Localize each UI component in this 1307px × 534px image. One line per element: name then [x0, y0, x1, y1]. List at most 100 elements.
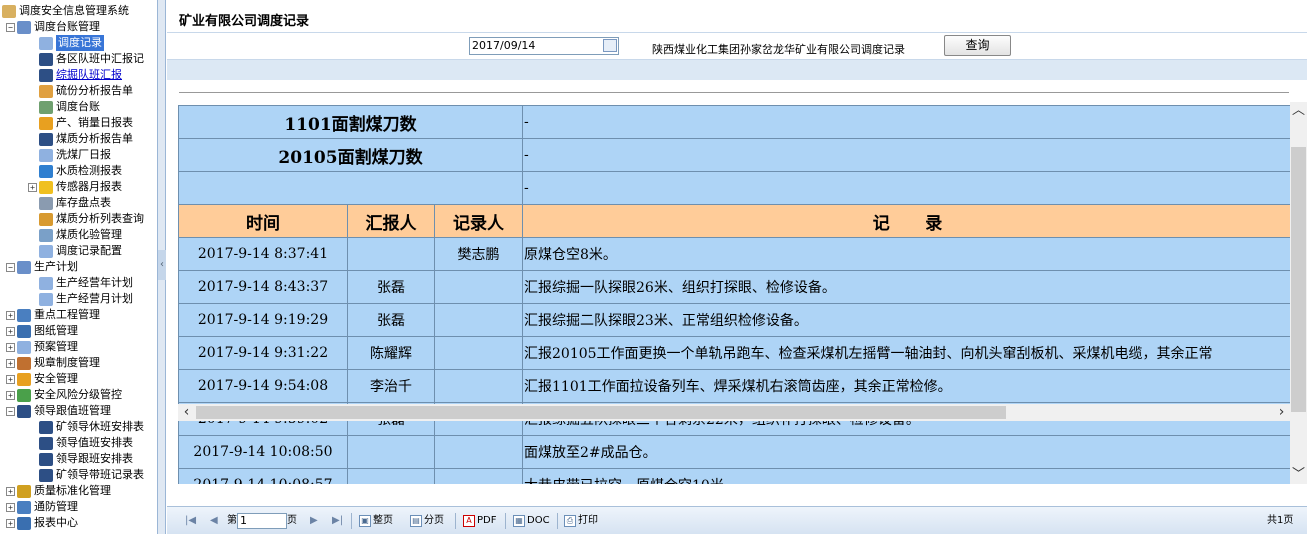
- time-cell: 2017-9-14 9:19:29: [178, 303, 348, 337]
- expand-icon[interactable]: +: [6, 374, 15, 384]
- dispatch-record-table: 1101面割煤刀数 -20105面割煤刀数 - - 时间 汇报人 记录人记 录 2017-9-…: [178, 105, 1293, 484]
- sidebar-item[interactable]: + 预案管理: [6, 339, 78, 355]
- document-icon: [39, 36, 53, 50]
- scroll-up-icon[interactable]: ︿: [1290, 102, 1307, 119]
- sidebar-item-label: 领导值班安排表: [56, 436, 133, 449]
- expand-icon[interactable]: +: [6, 310, 15, 320]
- sidebar-item[interactable]: 库存盘点表: [28, 195, 111, 211]
- sidebar-item[interactable]: + 重点工程管理: [6, 307, 100, 323]
- print-label: 打印: [578, 515, 598, 526]
- last-page-icon[interactable]: ▶|: [332, 514, 343, 528]
- sidebar-item[interactable]: 硫份分析报告单: [28, 83, 133, 99]
- sidebar-item[interactable]: − 领导跟值班管理: [6, 403, 111, 419]
- expand-icon[interactable]: +: [6, 502, 15, 512]
- collapse-icon[interactable]: −: [6, 22, 15, 32]
- collapse-icon[interactable]: −: [6, 262, 15, 272]
- document-icon: [39, 276, 53, 290]
- recorder-cell: [434, 303, 523, 337]
- scroll-left-icon[interactable]: ‹: [178, 404, 195, 421]
- column-header: 记 录: [522, 204, 1293, 238]
- summary-value: -: [522, 105, 1293, 139]
- sidebar-item[interactable]: 煤质分析报告单: [28, 131, 133, 147]
- toolbar-separator: [351, 513, 352, 529]
- expand-icon[interactable]: +: [6, 390, 15, 400]
- vertical-scrollbar[interactable]: ︿ ﹀: [1290, 102, 1307, 484]
- prev-page-icon[interactable]: ◀: [210, 514, 218, 528]
- app-title: 调度安全信息管理系统: [19, 4, 129, 17]
- page-number-input[interactable]: 1: [237, 513, 287, 529]
- expand-icon[interactable]: +: [6, 358, 15, 368]
- vertical-scroll-thumb[interactable]: [1291, 147, 1306, 412]
- expand-icon[interactable]: +: [6, 342, 15, 352]
- sidebar-item[interactable]: + 安全管理: [6, 371, 78, 387]
- sidebar-item[interactable]: 调度记录配置: [28, 243, 122, 259]
- sidebar-item[interactable]: − 调度台账管理: [6, 19, 100, 35]
- sidebar-item[interactable]: 矿领导休班安排表: [28, 419, 144, 435]
- sidebar-item[interactable]: 领导值班安排表: [28, 435, 133, 451]
- date-input[interactable]: 2017/09/14: [469, 37, 619, 55]
- sidebar-item[interactable]: 领导跟班安排表: [28, 451, 133, 467]
- time-cell: 2017-9-14 9:31:22: [178, 336, 348, 370]
- sidebar-item-label: 调度记录: [56, 35, 104, 51]
- sidebar-item[interactable]: + 传感器月报表: [28, 179, 122, 195]
- sidebar-item[interactable]: 生产经营年计划: [28, 275, 133, 291]
- recorder-cell: [434, 369, 523, 403]
- sidebar-item[interactable]: 产、销量日报表: [28, 115, 133, 131]
- sidebar-item-label: 各区队班中汇报记: [56, 52, 144, 65]
- query-button[interactable]: 查询: [944, 35, 1011, 56]
- sidebar-item-label: 产、销量日报表: [56, 116, 133, 129]
- collapse-left-icon[interactable]: ‹: [158, 250, 166, 280]
- sidebar-item[interactable]: + 报表中心: [6, 515, 78, 531]
- sidebar-item[interactable]: 各区队班中汇报记: [28, 51, 144, 67]
- sidebar-splitter[interactable]: ‹: [158, 0, 166, 534]
- user-icon: [39, 132, 53, 146]
- doc-button[interactable]: ▦ DOC: [513, 514, 550, 528]
- expand-icon[interactable]: +: [6, 518, 15, 528]
- record-cell: 汇报综掘二队探眼23米、正常组织检修设备。: [522, 303, 1293, 337]
- sidebar-item[interactable]: 煤质化验管理: [28, 227, 122, 243]
- sidebar-item[interactable]: − 生产计划: [6, 259, 78, 275]
- horizontal-scroll-thumb[interactable]: [196, 406, 1006, 419]
- user-icon: [39, 68, 53, 82]
- time-cell: 2017-9-14 8:37:41: [178, 237, 348, 271]
- split-page-button[interactable]: ▤ 分页: [410, 514, 444, 528]
- sidebar-item[interactable]: 生产经营月计划: [28, 291, 133, 307]
- expand-icon[interactable]: +: [6, 486, 15, 496]
- collapse-icon[interactable]: −: [6, 406, 15, 416]
- pdf-button[interactable]: A PDF: [463, 514, 496, 528]
- first-page-icon[interactable]: |◀: [185, 514, 196, 528]
- scroll-down-icon[interactable]: ﹀: [1290, 466, 1307, 483]
- printer-icon: ⎙: [564, 515, 576, 527]
- sidebar-item[interactable]: 矿领导带班记录表: [28, 467, 144, 483]
- expand-icon[interactable]: +: [6, 326, 15, 336]
- sidebar-item[interactable]: + 安全风险分级管控: [6, 387, 122, 403]
- sidebar-item[interactable]: 调度记录: [28, 35, 104, 51]
- sidebar-item-label: 安全管理: [34, 372, 78, 385]
- column-header: 记录人: [434, 204, 523, 238]
- sidebar-item[interactable]: + 图纸管理: [6, 323, 78, 339]
- app-title-row[interactable]: 调度安全信息管理系统: [2, 3, 129, 19]
- recorder-cell: 樊志鹏: [434, 237, 523, 271]
- horizontal-scrollbar[interactable]: ‹ ›: [178, 404, 1290, 421]
- whole-page-button[interactable]: ▣ 整页: [359, 514, 393, 528]
- sidebar-item[interactable]: + 通防管理: [6, 499, 78, 515]
- sidebar-item[interactable]: 综掘队班汇报: [28, 67, 122, 83]
- toolbar-separator: [455, 513, 456, 529]
- sidebar-item[interactable]: 调度台账: [28, 99, 100, 115]
- calendar-icon[interactable]: [603, 39, 617, 52]
- sidebar-item[interactable]: + 质量标准化管理: [6, 483, 111, 499]
- print-button[interactable]: ⎙ 打印: [564, 514, 598, 528]
- pie-icon: [17, 372, 31, 386]
- next-page-icon[interactable]: ▶: [310, 514, 318, 528]
- summary-value: -: [522, 171, 1293, 205]
- sidebar-item[interactable]: + 规章制度管理: [6, 355, 100, 371]
- expand-icon[interactable]: +: [28, 182, 37, 192]
- table-row: 2017-9-14 9:54:08 李治千 汇报1101工作面拉设备列车、焊采煤机右…: [178, 369, 1293, 403]
- sidebar-item-label: 领导跟值班管理: [34, 404, 111, 417]
- scroll-right-icon[interactable]: ›: [1273, 404, 1290, 421]
- sidebar-item[interactable]: 洗煤厂日报: [28, 147, 111, 163]
- sidebar-item[interactable]: 煤质分析列表查询: [28, 211, 144, 227]
- record-cell: 汇报1101工作面拉设备列车、焊采煤机右滚筒齿座，其余正常检修。: [522, 369, 1293, 403]
- sidebar-item[interactable]: 水质检测报表: [28, 163, 122, 179]
- query-bar: 2017/09/14 陕西煤业化工集团孙家岔龙华矿业有限公司调度记录 查询: [167, 33, 1307, 60]
